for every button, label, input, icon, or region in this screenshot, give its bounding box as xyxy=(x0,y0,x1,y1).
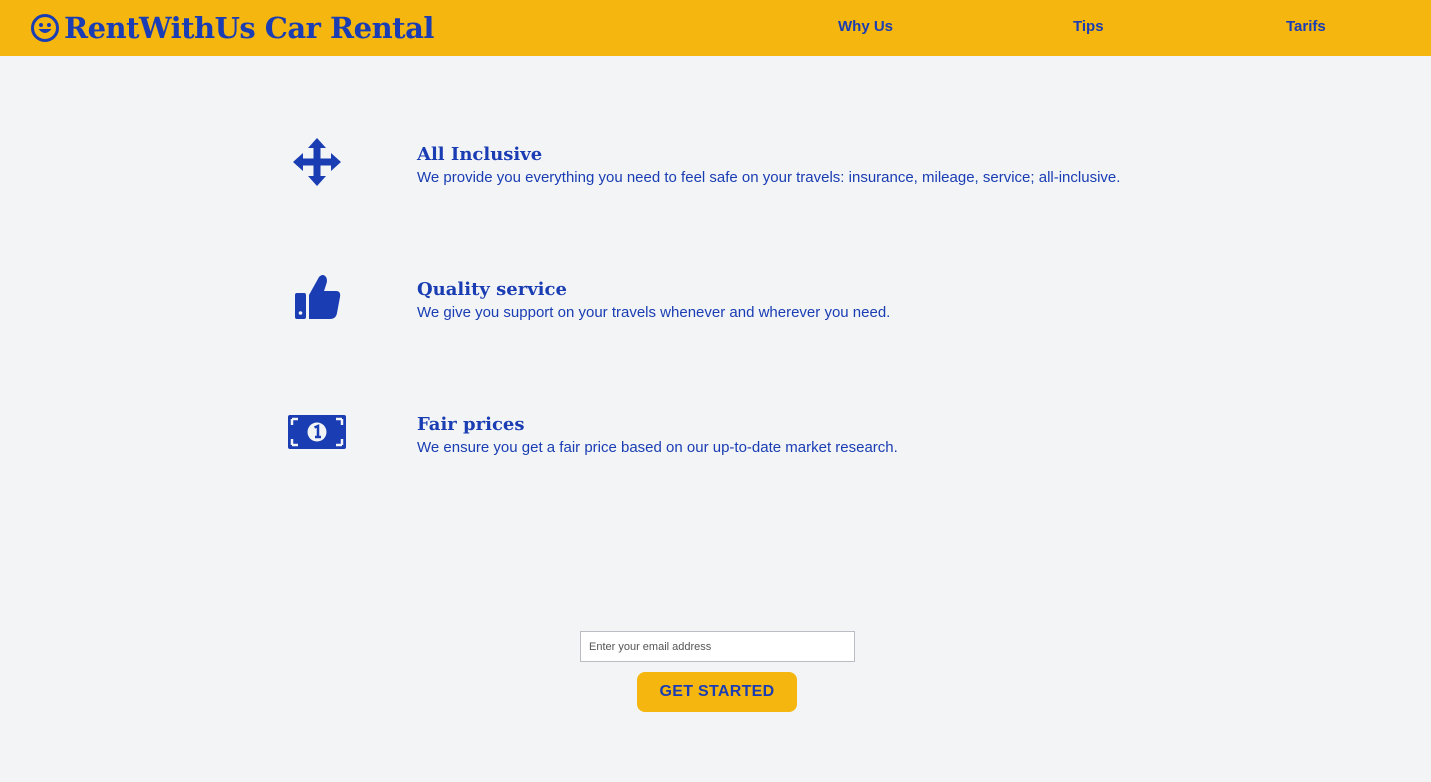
nav-link-tips[interactable]: Tips xyxy=(1073,18,1104,35)
money-bill-icon xyxy=(280,402,354,462)
smiling-face-icon xyxy=(31,14,59,42)
thumbs-up-icon xyxy=(280,267,354,327)
brand-logo-link[interactable]: RentWithUs Car Rental xyxy=(30,8,434,48)
arrows-move-icon xyxy=(280,132,354,192)
get-started-button[interactable]: GET STARTED xyxy=(637,672,797,712)
feature-title: All Inclusive xyxy=(417,144,543,165)
email-input[interactable] xyxy=(580,631,855,662)
feature-all-inclusive: All Inclusive We provide you everything … xyxy=(280,132,1180,212)
feature-description: We give you support on your travels when… xyxy=(417,304,891,321)
site-header: RentWithUs Car Rental Why Us Tips Tarifs xyxy=(0,0,1431,56)
feature-fair-prices: Fair prices We ensure you get a fair pri… xyxy=(280,402,1180,482)
feature-title: Quality service xyxy=(417,279,567,300)
nav-link-why-us[interactable]: Why Us xyxy=(838,18,893,35)
brand-name: RentWithUs Car Rental xyxy=(64,11,434,45)
feature-description: We provide you everything you need to fe… xyxy=(417,169,1121,186)
feature-description: We ensure you get a fair price based on … xyxy=(417,439,898,456)
feature-title: Fair prices xyxy=(417,414,525,435)
nav-link-tarifs[interactable]: Tarifs xyxy=(1286,18,1326,35)
feature-quality-service: Quality service We give you support on y… xyxy=(280,267,1180,347)
